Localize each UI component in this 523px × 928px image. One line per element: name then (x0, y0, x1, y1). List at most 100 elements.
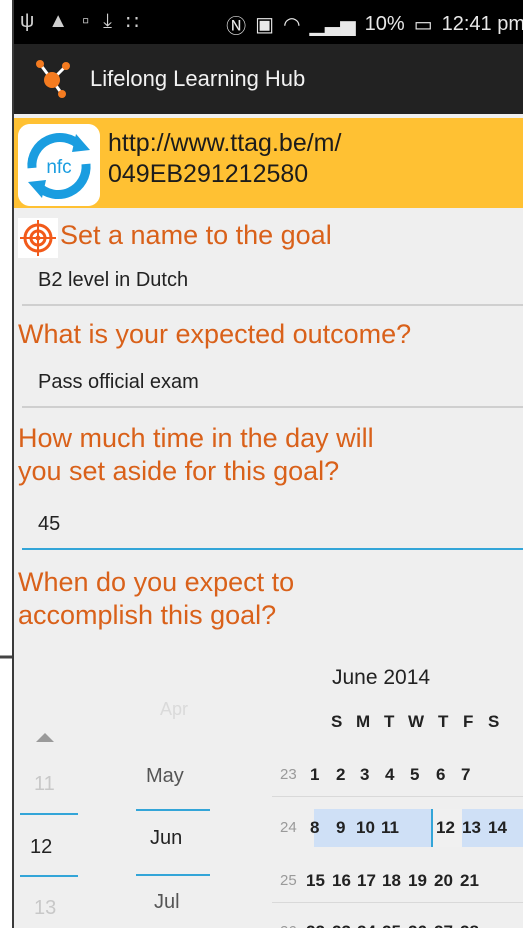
month-prev[interactable]: May (146, 765, 184, 788)
month-selected[interactable]: Jun (150, 827, 182, 850)
download-icon: ⤓ (103, 10, 112, 32)
calendar-day[interactable]: 11 (381, 818, 399, 838)
goal-name-input[interactable] (36, 268, 510, 293)
month-separator-bottom (136, 874, 210, 876)
target-icon (18, 218, 58, 258)
week-number: 25 (280, 872, 297, 889)
battery-level: 10% (364, 13, 405, 35)
time-field[interactable] (22, 506, 523, 550)
calendar-day[interactable]: 6 (436, 765, 445, 785)
calendar-divider (272, 796, 523, 797)
signal-icon: ▁▃▅ (309, 14, 356, 36)
day-separator-bottom (20, 875, 78, 877)
day-increment-arrow-icon[interactable] (36, 733, 54, 742)
outcome-field[interactable] (22, 364, 523, 408)
calendar-day[interactable]: 3 (360, 765, 369, 785)
calendar-day[interactable]: 4 (385, 765, 394, 785)
weekday-label: T (384, 712, 395, 731)
month-separator-top (136, 809, 210, 811)
sync-icon: ▣ (255, 14, 275, 36)
calendar-day[interactable]: 28 (460, 922, 479, 928)
status-bar: ψ ▲ ▫ ⤓ ∷ Ⓝ ▣ ◠ ▁▃▅ 10% ▭ 12:41 pm (14, 0, 523, 44)
calendar-day[interactable]: 23 (332, 922, 351, 928)
time-label-line1: How much time in the day will (18, 423, 374, 453)
android-icon: ▲ (48, 10, 69, 32)
goal-name-field[interactable] (22, 262, 523, 306)
calendar-day[interactable]: 8 (310, 818, 319, 838)
day-selected[interactable]: 12 (30, 836, 52, 859)
week-number: 24 (280, 819, 297, 836)
nfc-icon: nfc (18, 124, 100, 206)
outcome-label: What is your expected outcome? (18, 319, 412, 349)
nfc-icon-label: nfc (46, 157, 71, 178)
calendar-week-row: 23 1 2 3 4 5 6 7 (272, 756, 523, 794)
weekday-label: S (488, 712, 500, 731)
time-input[interactable] (36, 512, 510, 537)
day-next[interactable]: 13 (34, 897, 56, 920)
wifi-icon: ◠ (283, 14, 301, 36)
clock: 12:41 pm (441, 13, 523, 35)
nfc-status-icon: Ⓝ (226, 16, 247, 38)
calendar-day[interactable]: 7 (461, 765, 470, 785)
calendar-day[interactable]: 27 (434, 922, 453, 928)
app-logo-icon[interactable] (32, 58, 72, 98)
app-title: Lifelong Learning Hub (90, 66, 306, 91)
nfc-url-line2: 049EB291212580 (108, 160, 309, 188)
nfc-tag-banner[interactable]: nfc http://www.ttag.be/m/ 049EB291212580 (14, 118, 523, 208)
time-label: How much time in the day will you set as… (18, 422, 374, 488)
calendar-week-row: 25 15 16 17 18 19 20 21 (272, 862, 523, 900)
phone-screen: ψ ▲ ▫ ⤓ ∷ Ⓝ ▣ ◠ ▁▃▅ 10% ▭ 12:41 pm Lifel… (12, 0, 523, 928)
week-number: 26 (280, 923, 297, 928)
accomplish-label-line1: When do you expect to (18, 567, 295, 597)
calendar-day[interactable]: 14 (488, 818, 507, 838)
usb-icon: ψ (20, 10, 35, 32)
screenshot-icon: ▫ (82, 10, 90, 32)
calendar-day[interactable]: 26 (408, 922, 427, 928)
system-icons: Ⓝ ▣ ◠ ▁▃▅ 10% ▭ 12:41 pm (226, 10, 523, 39)
calendar-day[interactable]: 10 (356, 818, 375, 838)
goal-name-label: Set a name to the goal (60, 220, 332, 250)
calendar-day[interactable]: 1 (310, 765, 319, 785)
calendar-day[interactable]: 9 (336, 818, 345, 838)
outcome-input[interactable] (36, 370, 510, 395)
nfc-url[interactable]: http://www.ttag.be/m/ 049EB291212580 (108, 128, 341, 190)
calendar-day[interactable]: 16 (332, 871, 351, 891)
calendar-day-selected[interactable]: 12 (436, 818, 455, 838)
calendar-day[interactable]: 17 (357, 871, 376, 891)
calendar-title: June 2014 (332, 666, 431, 689)
day-separator-top (20, 813, 78, 815)
calendar-day[interactable]: 25 (382, 922, 401, 928)
calendar-day[interactable]: 24 (357, 922, 376, 928)
calendar-day[interactable]: 21 (460, 871, 479, 891)
calendar-day[interactable]: 5 (410, 765, 419, 785)
date-picker: 11 12 13 Apr May Jun Jul June 2014 S M T… (14, 666, 523, 928)
calendar-day[interactable]: 15 (306, 871, 325, 891)
notification-icon: ∷ (126, 12, 139, 34)
calendar-divider (272, 902, 523, 903)
calendar-day[interactable]: 20 (434, 871, 453, 891)
calendar-day[interactable]: 22 (306, 922, 325, 928)
accomplish-label-line2: accomplish this goal? (18, 600, 277, 630)
time-label-line2: you set aside for this goal? (18, 456, 340, 486)
calendar-day[interactable]: 2 (336, 765, 345, 785)
calendar-week-row-selected: 24 8 9 10 11 12 13 14 (272, 809, 523, 847)
week-number: 23 (280, 766, 297, 783)
calendar-day[interactable]: 19 (408, 871, 427, 891)
month-prev2[interactable]: Apr (160, 699, 188, 720)
weekday-label: W (408, 712, 425, 731)
calendar-weekday-header: S M T W T F S (272, 703, 523, 741)
weekday-label: M (356, 712, 371, 731)
notification-icons: ψ ▲ ▫ ⤓ ∷ (20, 10, 139, 35)
calendar-day[interactable]: 18 (382, 871, 401, 891)
calendar-day[interactable]: 13 (462, 818, 481, 838)
nfc-url-line1: http://www.ttag.be/m/ (108, 129, 342, 157)
weekday-label: T (438, 712, 449, 731)
accomplish-label: When do you expect to accomplish this go… (18, 566, 294, 632)
weekday-label: S (331, 712, 343, 731)
day-prev[interactable]: 11 (34, 773, 55, 796)
action-bar: Lifelong Learning Hub (14, 44, 523, 114)
battery-icon: ▭ (413, 14, 433, 36)
month-next[interactable]: Jul (154, 891, 180, 914)
calendar-week-row: 26 22 23 24 25 26 27 28 (272, 913, 523, 928)
weekday-label: F (463, 712, 474, 731)
